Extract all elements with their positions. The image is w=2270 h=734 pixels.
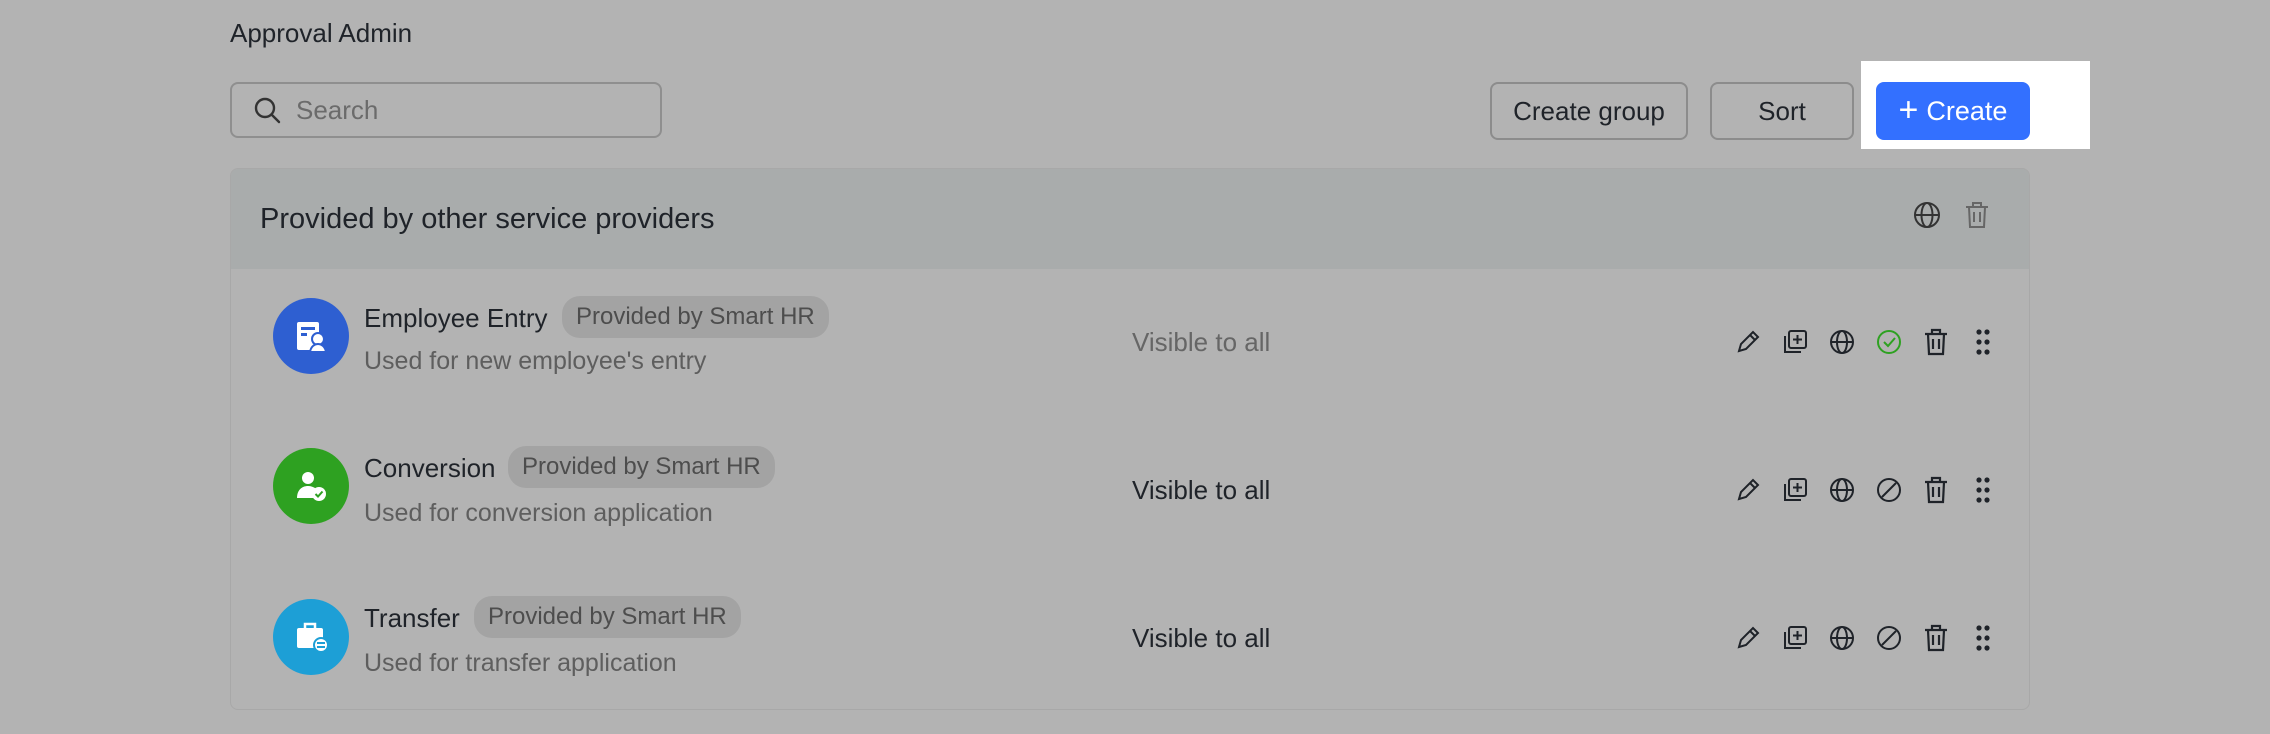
list-item[interactable]: Conversion Provided by Smart HR Used for…	[231, 419, 2029, 569]
group-header: Provided by other service providers	[231, 169, 2029, 269]
item-description: Used for new employee's entry	[364, 347, 707, 375]
form-person-icon	[273, 298, 349, 374]
item-name: Conversion	[364, 453, 496, 483]
item-description: Used for conversion application	[364, 499, 713, 527]
drag-handle-icon[interactable]	[1966, 325, 1999, 358]
visibility-label: Visible to all	[1132, 327, 1271, 357]
list-item[interactable]: Employee Entry Provided by Smart HR Used…	[231, 269, 2029, 419]
visibility-label: Visible to all	[1132, 475, 1271, 505]
create-group-button[interactable]: Create group	[1490, 82, 1688, 140]
edit-icon[interactable]	[1731, 325, 1764, 358]
sort-button[interactable]: Sort	[1710, 82, 1854, 140]
page-title: Approval Admin	[230, 18, 413, 48]
disable-icon[interactable]	[1872, 621, 1905, 654]
create-button-label: Create	[1926, 95, 2008, 126]
item-description: Used for transfer application	[364, 649, 677, 677]
drag-handle-icon[interactable]	[1966, 473, 1999, 506]
person-check-icon	[273, 448, 349, 524]
list-item[interactable]: Transfer Provided by Smart HR Used for t…	[231, 569, 2029, 709]
check-circle-icon[interactable]	[1872, 325, 1905, 358]
provider-tag: Provided by Smart HR	[508, 446, 775, 488]
edit-icon[interactable]	[1731, 621, 1764, 654]
globe-icon[interactable]	[1825, 325, 1858, 358]
provider-tag: Provided by Smart HR	[474, 596, 741, 638]
trash-icon[interactable]	[1919, 325, 1952, 358]
item-name: Transfer	[364, 603, 460, 633]
briefcase-transfer-icon	[273, 599, 349, 675]
search-input[interactable]	[296, 94, 636, 126]
disable-icon[interactable]	[1872, 473, 1905, 506]
trash-icon[interactable]	[1919, 473, 1952, 506]
drag-handle-icon[interactable]	[1966, 621, 1999, 654]
copy-icon[interactable]	[1778, 325, 1811, 358]
approval-group-card: Provided by other service providers Empl…	[230, 168, 2030, 710]
trash-icon[interactable]	[1919, 621, 1952, 654]
create-button[interactable]: + Create	[1876, 82, 2030, 140]
search-icon	[252, 95, 282, 125]
trash-icon[interactable]	[1961, 199, 1993, 231]
provider-tag: Provided by Smart HR	[562, 296, 829, 338]
group-title: Provided by other service providers	[260, 202, 715, 235]
visibility-label: Visible to all	[1132, 623, 1271, 653]
globe-icon[interactable]	[1825, 473, 1858, 506]
globe-icon[interactable]	[1825, 621, 1858, 654]
edit-icon[interactable]	[1731, 473, 1764, 506]
globe-icon[interactable]	[1911, 199, 1943, 231]
search-box[interactable]	[230, 82, 662, 138]
plus-icon: +	[1898, 90, 1919, 129]
copy-icon[interactable]	[1778, 621, 1811, 654]
copy-icon[interactable]	[1778, 473, 1811, 506]
item-name: Employee Entry	[364, 303, 548, 333]
